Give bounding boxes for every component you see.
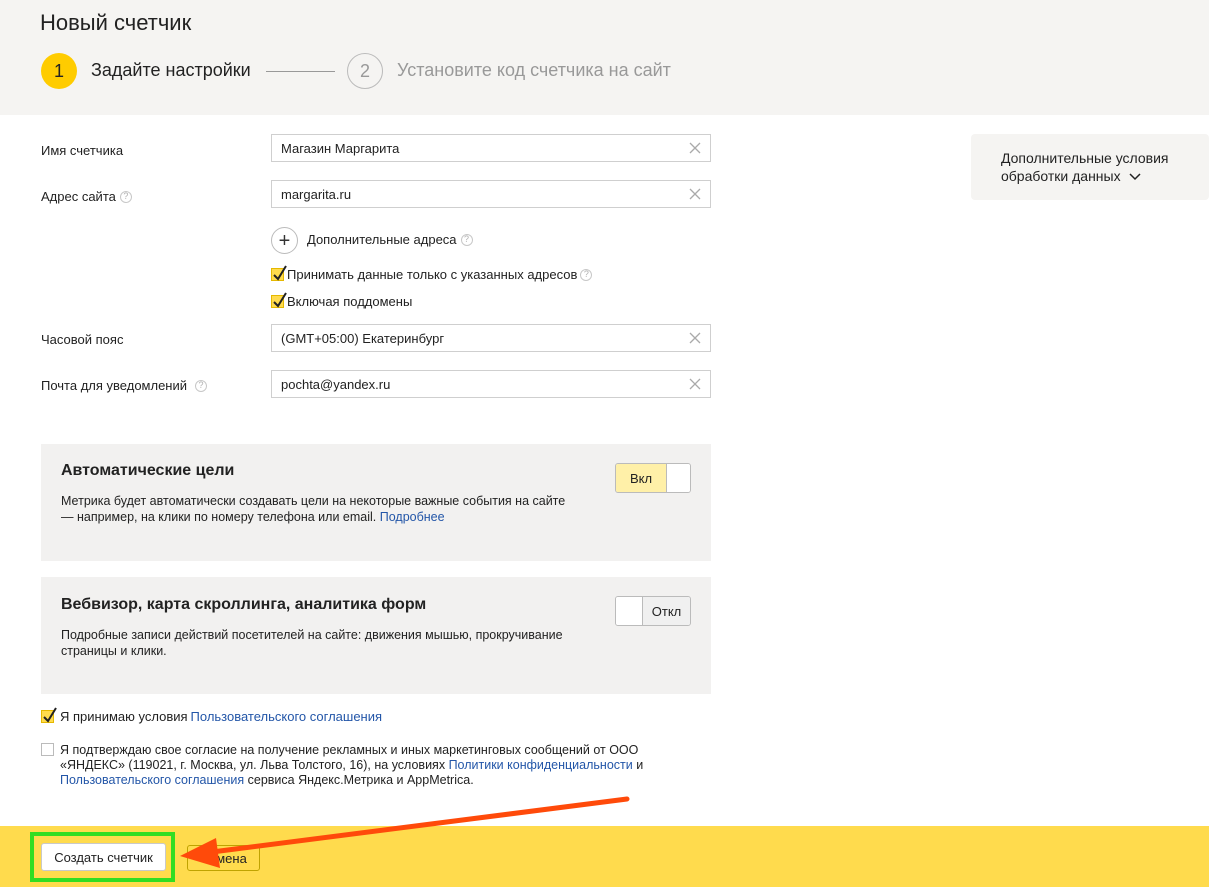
user-agreement-link[interactable]: Пользовательского соглашения (191, 709, 383, 724)
webvisor-toggle[interactable]: Откл (615, 596, 691, 626)
auto-goals-title: Автоматические цели (61, 462, 235, 479)
help-icon[interactable]: ? (460, 233, 473, 246)
clear-icon[interactable] (688, 141, 702, 155)
site-address-input[interactable]: margarita.ru (271, 180, 711, 208)
clear-icon[interactable] (688, 377, 702, 391)
clear-icon[interactable] (688, 187, 702, 201)
checkmark-icon (43, 707, 57, 723)
email-input[interactable]: pochta@yandex.ru (271, 370, 711, 398)
clear-icon[interactable] (688, 331, 702, 345)
webvisor-section: Вебвизор, карта скроллинга, аналитика фо… (41, 577, 711, 694)
webvisor-description: Подробные записи действий посетителей на… (61, 628, 563, 658)
step-2-label: Установите код счетчика на сайт (397, 60, 671, 80)
additional-addresses-label[interactable]: Дополнительные адреса ? (307, 232, 473, 247)
timezone-input[interactable]: (GMT+05:00) Екатеринбург (271, 324, 711, 352)
footer-bar (0, 826, 1209, 887)
accept-only-row[interactable]: Принимать данные только с указанных адре… (271, 265, 593, 282)
consent-checkbox[interactable] (41, 743, 54, 756)
additional-conditions-label: Дополнительные условия обработки данных (1001, 150, 1169, 184)
toggle-on-label: Вкл (616, 464, 666, 492)
step-2-indicator: 2 (347, 53, 383, 89)
webvisor-title: Вебвизор, карта скроллинга, аналитика фо… (61, 596, 427, 613)
privacy-policy-link[interactable]: Политики конфиденциальности (449, 758, 633, 772)
cancel-button[interactable]: Отмена (187, 845, 260, 871)
chevron-down-icon (1128, 173, 1141, 181)
email-label: Почта для уведомлений ? (41, 378, 208, 393)
include-subdomains-checkbox[interactable] (271, 292, 287, 308)
step-1-label: Задайте настройки (91, 60, 251, 80)
help-icon[interactable]: ? (195, 379, 208, 392)
auto-goals-section: Автоматические цели Метрика будет автома… (41, 444, 711, 561)
auto-goals-toggle[interactable]: Вкл (615, 463, 691, 493)
agreement-row[interactable]: Я принимаю условия Пользовательского сог… (41, 707, 383, 724)
add-address-button[interactable]: + (271, 227, 298, 254)
checkmark-icon (273, 265, 287, 281)
help-icon[interactable]: ? (119, 190, 132, 203)
auto-goals-description: Метрика будет автоматически создавать це… (61, 494, 566, 524)
consent-text: Я подтверждаю свое согласие на получение… (60, 743, 644, 787)
site-address-label: Адрес сайта ? (41, 189, 132, 204)
accept-only-checkbox[interactable] (271, 265, 287, 281)
page-title: Новый счетчик (40, 10, 192, 35)
learn-more-link[interactable]: Подробнее (380, 510, 445, 524)
include-subdomains-row[interactable]: Включая поддомены (271, 292, 412, 309)
create-counter-button[interactable]: Создать счетчик (41, 843, 166, 871)
agreement-checkbox[interactable] (41, 707, 57, 723)
toggle-knob (616, 597, 643, 625)
toggle-off-label: Откл (643, 597, 690, 625)
additional-conditions-panel[interactable]: Дополнительные условия обработки данных (971, 134, 1209, 200)
timezone-label: Часовой пояс (41, 332, 124, 347)
page-header: Новый счетчик 1 Задайте настройки 2 Уста… (0, 0, 1209, 115)
user-agreement-link-2[interactable]: Пользовательского соглашения (60, 773, 244, 787)
help-icon[interactable]: ? (580, 268, 593, 281)
counter-name-label: Имя счетчика (41, 143, 124, 158)
step-connector (266, 71, 335, 72)
toggle-knob (666, 464, 690, 492)
checkmark-icon (273, 292, 287, 308)
counter-name-input[interactable]: Магазин Маргарита (271, 134, 711, 162)
consent-checkbox-wrap[interactable] (41, 743, 55, 757)
step-1-indicator: 1 (41, 53, 77, 89)
